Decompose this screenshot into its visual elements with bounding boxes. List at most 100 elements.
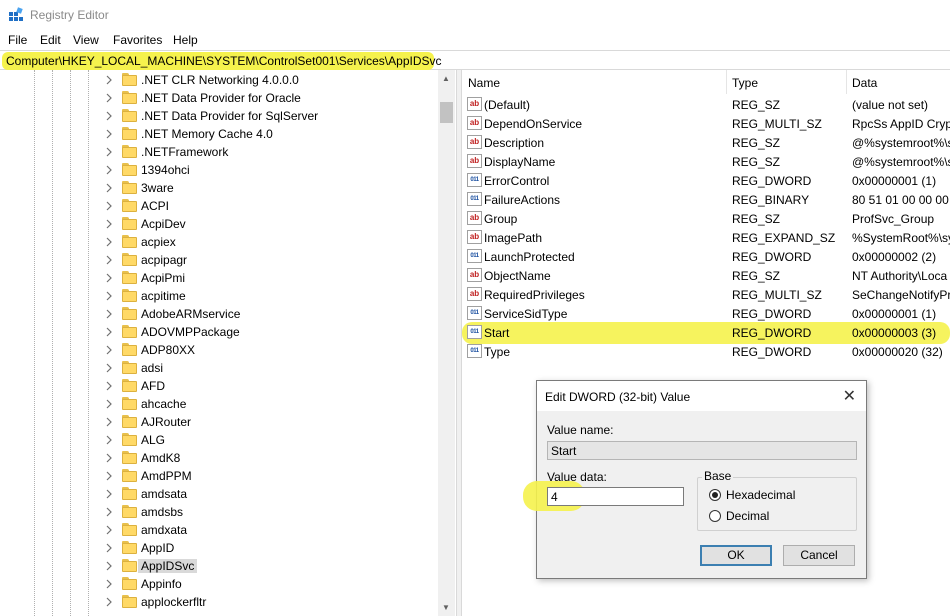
- chevron-right-icon[interactable]: [105, 165, 113, 175]
- chevron-right-icon[interactable]: [105, 597, 113, 607]
- tree-item[interactable]: amdsbs: [0, 503, 440, 521]
- tree-item[interactable]: AmdPPM: [0, 467, 440, 485]
- chevron-right-icon[interactable]: [105, 201, 113, 211]
- tree-item[interactable]: amdsata: [0, 485, 440, 503]
- value-row[interactable]: ab (Default) REG_SZ (value not set): [462, 95, 950, 114]
- tree-item[interactable]: .NET CLR Networking 4.0.0.0: [0, 71, 440, 89]
- value-row[interactable]: ab RequiredPrivileges REG_MULTI_SZ SeChange…: [462, 285, 950, 304]
- tree-item[interactable]: AJRouter: [0, 413, 440, 431]
- column-separator[interactable]: [726, 70, 727, 94]
- key-tree[interactable]: .NET CLR Networking 4.0.0.0 .NET Data Pro…: [0, 70, 456, 616]
- decimal-label[interactable]: Decimal: [726, 509, 769, 523]
- address-bar[interactable]: Computer\HKEY_LOCAL_MACHINE\SYSTEM\Contr…: [0, 50, 950, 70]
- chevron-right-icon[interactable]: [105, 399, 113, 409]
- chevron-right-icon[interactable]: [105, 237, 113, 247]
- chevron-right-icon[interactable]: [105, 579, 113, 589]
- tree-item[interactable]: AdobeARMservice: [0, 305, 440, 323]
- tree-item[interactable]: ADP80XX: [0, 341, 440, 359]
- chevron-right-icon[interactable]: [105, 93, 113, 103]
- chevron-right-icon[interactable]: [105, 129, 113, 139]
- decimal-radio[interactable]: [709, 510, 721, 522]
- chevron-right-icon[interactable]: [105, 543, 113, 553]
- value-row[interactable]: 011 LaunchProtected REG_DWORD 0x00000002 (2…: [462, 247, 950, 266]
- value-row[interactable]: ab DisplayName REG_SZ @%systemroot%\s: [462, 152, 950, 171]
- value-row[interactable]: ab Group REG_SZ ProfSvc_Group: [462, 209, 950, 228]
- value-data-input[interactable]: 4: [547, 487, 684, 506]
- chevron-right-icon[interactable]: [105, 255, 113, 265]
- tree-item[interactable]: .NET Memory Cache 4.0: [0, 125, 440, 143]
- chevron-right-icon[interactable]: [105, 417, 113, 427]
- chevron-right-icon[interactable]: [105, 363, 113, 373]
- chevron-right-icon[interactable]: [105, 489, 113, 499]
- tree-item[interactable]: .NET Data Provider for Oracle: [0, 89, 440, 107]
- value-row[interactable]: ab Description REG_SZ @%systemroot%\s: [462, 133, 950, 152]
- chevron-right-icon[interactable]: [105, 291, 113, 301]
- address-path[interactable]: Computer\HKEY_LOCAL_MACHINE\SYSTEM\Contr…: [6, 54, 442, 68]
- chevron-right-icon[interactable]: [105, 435, 113, 445]
- tree-item[interactable]: ACPI: [0, 197, 440, 215]
- column-type-header[interactable]: Type: [732, 70, 758, 94]
- chevron-right-icon[interactable]: [105, 111, 113, 121]
- scroll-down-icon[interactable]: ▼: [442, 603, 450, 612]
- tree-item[interactable]: 3ware: [0, 179, 440, 197]
- tree-scrollbar[interactable]: ▲ ▼: [438, 70, 455, 616]
- tree-item[interactable]: 1394ohci: [0, 161, 440, 179]
- scroll-up-icon[interactable]: ▲: [442, 74, 450, 83]
- chevron-right-icon[interactable]: [105, 273, 113, 283]
- tree-item[interactable]: AFD: [0, 377, 440, 395]
- tree-item[interactable]: amdxata: [0, 521, 440, 539]
- tree-item[interactable]: Appinfo: [0, 575, 440, 593]
- menu-help[interactable]: Help: [173, 33, 198, 47]
- tree-item[interactable]: .NET Data Provider for SqlServer: [0, 107, 440, 125]
- chevron-right-icon[interactable]: [105, 507, 113, 517]
- menu-edit[interactable]: Edit: [40, 33, 61, 47]
- chevron-right-icon[interactable]: [105, 471, 113, 481]
- value-row[interactable]: ab ImagePath REG_EXPAND_SZ %SystemRoot%\sy: [462, 228, 950, 247]
- tree-item[interactable]: AmdK8: [0, 449, 440, 467]
- chevron-right-icon[interactable]: [105, 525, 113, 535]
- tree-item[interactable]: acpipagr: [0, 251, 440, 269]
- tree-item[interactable]: ahcache: [0, 395, 440, 413]
- chevron-right-icon[interactable]: [105, 381, 113, 391]
- tree-item[interactable]: acpiex: [0, 233, 440, 251]
- tree-item[interactable]: AcpiDev: [0, 215, 440, 233]
- tree-item[interactable]: ADOVMPPackage: [0, 323, 440, 341]
- chevron-right-icon[interactable]: [105, 183, 113, 193]
- tree-item[interactable]: adsi: [0, 359, 440, 377]
- menu-file[interactable]: File: [8, 33, 27, 47]
- tree-item[interactable]: AcpiPmi: [0, 269, 440, 287]
- chevron-right-icon[interactable]: [105, 309, 113, 319]
- value-row[interactable]: ab DependOnService REG_MULTI_SZ RpcSs AppID…: [462, 114, 950, 133]
- ok-button[interactable]: OK: [700, 545, 772, 566]
- tree-item[interactable]: applockerfltr: [0, 593, 440, 611]
- close-icon[interactable]: ✕: [843, 386, 856, 406]
- hexadecimal-label[interactable]: Hexadecimal: [726, 488, 795, 502]
- tree-item[interactable]: acpitime: [0, 287, 440, 305]
- menu-view[interactable]: View: [73, 33, 99, 47]
- tree-item[interactable]: AppIDSvc: [0, 557, 440, 575]
- cancel-button[interactable]: Cancel: [783, 545, 855, 566]
- binary-value-icon: 011: [467, 249, 482, 263]
- value-row[interactable]: ab ObjectName REG_SZ NT Authority\Loca: [462, 266, 950, 285]
- value-row[interactable]: 011 ServiceSidType REG_DWORD 0x00000001 (1): [462, 304, 950, 323]
- menu-favorites[interactable]: Favorites: [113, 33, 162, 47]
- scroll-thumb[interactable]: [440, 102, 453, 123]
- chevron-right-icon[interactable]: [105, 327, 113, 337]
- column-separator[interactable]: [846, 70, 847, 94]
- tree-item[interactable]: ALG: [0, 431, 440, 449]
- chevron-right-icon[interactable]: [105, 345, 113, 355]
- value-row[interactable]: 011 Type REG_DWORD 0x00000020 (32): [462, 342, 950, 361]
- hexadecimal-radio[interactable]: [709, 489, 721, 501]
- column-data-header[interactable]: Data: [852, 70, 877, 94]
- value-row[interactable]: 011 ErrorControl REG_DWORD 0x00000001 (1): [462, 171, 950, 190]
- chevron-right-icon[interactable]: [105, 75, 113, 85]
- value-row[interactable]: 011 FailureActions REG_BINARY 80 51 01 00 0…: [462, 190, 950, 209]
- chevron-right-icon[interactable]: [105, 147, 113, 157]
- chevron-right-icon[interactable]: [105, 219, 113, 229]
- value-row[interactable]: 011 Start REG_DWORD 0x00000003 (3): [462, 323, 950, 342]
- tree-item[interactable]: AppID: [0, 539, 440, 557]
- chevron-right-icon[interactable]: [105, 561, 113, 571]
- column-name-header[interactable]: Name: [468, 70, 500, 94]
- chevron-right-icon[interactable]: [105, 453, 113, 463]
- tree-item[interactable]: .NETFramework: [0, 143, 440, 161]
